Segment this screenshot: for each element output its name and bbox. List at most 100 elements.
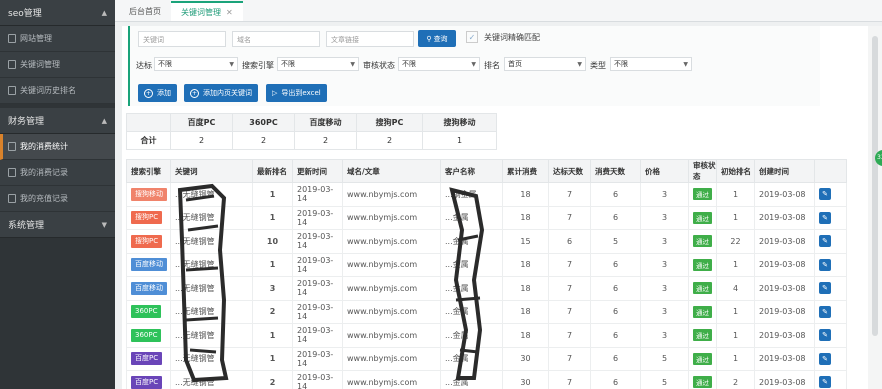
exact-match-checkbox[interactable]: ✓ 关键词精确匹配 [466, 31, 540, 43]
action-cell: ✎ [814, 323, 847, 348]
chevron-down-icon: ▼ [683, 60, 688, 68]
rank-cell: 10 [252, 229, 293, 254]
rank-select[interactable]: 首页 ▼ [504, 57, 586, 71]
sidebar-group-seo[interactable]: seo管理 ▲ [0, 0, 115, 26]
table-row[interactable]: 搜狗PC ...无缝钢管 1 2019-03-14 www.nbymjs.com ...金… [126, 205, 847, 230]
price-cell: 3 [640, 299, 689, 324]
edit-icon[interactable]: ✎ [819, 188, 831, 201]
table-row[interactable]: 百度移动 ...无缝钢管 3 2019-03-14 www.nbymjs.com ...金… [126, 276, 847, 301]
add-button[interactable]: + 添加 [138, 84, 177, 102]
select-value: 首页 [508, 60, 522, 68]
client-cell: ...金属 [440, 346, 503, 371]
tab-keyword-management[interactable]: 关键词管理 ✕ [171, 1, 243, 21]
column-header[interactable] [814, 159, 847, 183]
table-row[interactable]: 百度PC ...无缝钢管 2 2019-03-14 www.nbymjs.com ...金… [126, 370, 847, 389]
column-header[interactable]: 更新时间 [292, 159, 343, 183]
engine-badge: 百度移动 [131, 281, 167, 295]
sidebar-item-label: 关键词管理 [20, 60, 60, 69]
created-cell: 2019-03-08 [754, 276, 815, 301]
column-header[interactable]: 初始排名 [716, 159, 755, 183]
column-header[interactable]: 客户名称 [440, 159, 503, 183]
domain-cell: www.nbymjs.com [342, 252, 441, 277]
add-inner-keyword-button[interactable]: + 添加内页关键词 [184, 84, 258, 102]
close-icon[interactable]: ✕ [226, 8, 233, 17]
column-header[interactable]: 达标天数 [548, 159, 591, 183]
status-select[interactable]: 不限 ▼ [398, 57, 480, 71]
domain-cell: www.nbymjs.com [342, 229, 441, 254]
column-header[interactable]: 关键词 [170, 159, 253, 183]
column-header[interactable]: 最新排名 [252, 159, 293, 183]
consume-days-cell: 6 [590, 370, 641, 389]
price-cell: 3 [640, 182, 689, 207]
column-header[interactable]: 域名/文章 [342, 159, 441, 183]
total-cell: 18 [502, 205, 549, 230]
column-header[interactable]: 审核状态 [688, 159, 717, 183]
sidebar-item-consumption-stats[interactable]: 我的消费统计 [0, 134, 115, 160]
engine-cell: 360PC [126, 323, 171, 348]
client-cell: ...金属 [440, 229, 503, 254]
export-excel-button[interactable]: ▷ 导出到excel [266, 84, 327, 102]
edit-icon[interactable]: ✎ [819, 211, 831, 224]
type-select[interactable]: 不限 ▼ [610, 57, 692, 71]
status-badge: 通过 [693, 282, 712, 295]
main-content: 关键词 域名 文章链接 ⚲ 查询 ✓ 关键词精确匹配 达标 不限 ▼ 搜索引擎 不限 ▼… [122, 26, 882, 389]
scrollbar-thumb[interactable] [872, 36, 878, 336]
engine-cell: 百度PC [126, 346, 171, 371]
table-row[interactable]: 百度PC ...无缝钢管 1 2019-03-14 www.nbymjs.com ...金… [126, 346, 847, 371]
sidebar-item-keyword-history[interactable]: 关键词历史排名 [0, 78, 115, 104]
chevron-down-icon: ▼ [229, 60, 234, 68]
sidebar-item-keyword-management[interactable]: 关键词管理 [0, 52, 115, 78]
rank-cell: 1 [252, 323, 293, 348]
engine-select[interactable]: 不限 ▼ [277, 57, 359, 71]
sidebar-item-recharge-records[interactable]: 我的充值记录 [0, 186, 115, 212]
edit-icon[interactable]: ✎ [819, 352, 831, 365]
edit-icon[interactable]: ✎ [819, 376, 831, 389]
keyword-cell: ...无缝钢管 [170, 205, 253, 230]
edit-icon[interactable]: ✎ [819, 282, 831, 295]
edit-icon[interactable]: ✎ [819, 329, 831, 342]
reach-select[interactable]: 不限 ▼ [154, 57, 238, 71]
sidebar-item-consumption-records[interactable]: 我的消费记录 [0, 160, 115, 186]
rank-cell: 1 [252, 252, 293, 277]
tab-home[interactable]: 后台首页 [119, 1, 171, 21]
price-cell: 5 [640, 346, 689, 371]
edit-icon[interactable]: ✎ [819, 235, 831, 248]
plus-icon: + [190, 88, 199, 98]
sidebar-group-system[interactable]: 系统管理 ▼ [0, 212, 115, 238]
total-cell: 18 [502, 299, 549, 324]
summary-header-cell: 搜狗移动 [422, 113, 497, 132]
query-button[interactable]: ⚲ 查询 [418, 30, 456, 47]
sidebar-item-site-management[interactable]: 网站管理 [0, 26, 115, 52]
created-cell: 2019-03-08 [754, 229, 815, 254]
column-header[interactable]: 累计消费 [502, 159, 549, 183]
summary-header-cell: 搜狗PC [356, 113, 423, 132]
updated-cell: 2019-03-14 [292, 299, 343, 324]
action-cell: ✎ [814, 252, 847, 277]
edit-icon[interactable]: ✎ [819, 258, 831, 271]
add-label: 添加 [157, 89, 171, 97]
status-badge: 通过 [693, 235, 712, 248]
engine-cell: 搜狗移动 [126, 182, 171, 207]
sidebar-group-finance[interactable]: 财务管理 ▲ [0, 108, 115, 134]
chevron-down-icon: ▼ [350, 60, 355, 68]
table-row[interactable]: 360PC ...无缝钢管 1 2019-03-14 www.nbymjs.com...… [126, 323, 847, 348]
select-value: 不限 [614, 60, 628, 68]
keyword-input[interactable]: 关键词 [138, 31, 226, 47]
table-row[interactable]: 搜狗PC ...无缝钢管 10 2019-03-14 www.nbymjs.com...… [126, 229, 847, 254]
article-link-input[interactable]: 文章链接 [326, 31, 414, 47]
column-header[interactable]: 搜索引擎 [126, 159, 171, 183]
table-row[interactable]: 百度移动 ...无缝钢管 1 2019-03-14 www.nbymjs.com ...金… [126, 252, 847, 277]
caret-up-icon: ▲ [101, 116, 107, 125]
engine-cell: 搜狗PC [126, 205, 171, 230]
caret-up-icon: ▲ [101, 8, 107, 17]
client-cell: ...金属 [440, 205, 503, 230]
column-header[interactable]: 价格 [640, 159, 689, 183]
domain-input[interactable]: 域名 [232, 31, 320, 47]
column-header[interactable]: 消费天数 [590, 159, 641, 183]
table-row[interactable]: 搜狗移动 ...无缝钢管 1 2019-03-14 www.nbymjs.com ...钢… [126, 182, 847, 207]
table-row[interactable]: 360PC ...无缝钢管 2 2019-03-14 www.nbymjs.com...… [126, 299, 847, 324]
column-header[interactable]: 创建时间 [754, 159, 815, 183]
total-cell: 30 [502, 346, 549, 371]
edit-icon[interactable]: ✎ [819, 305, 831, 318]
select-value: 不限 [281, 60, 295, 68]
